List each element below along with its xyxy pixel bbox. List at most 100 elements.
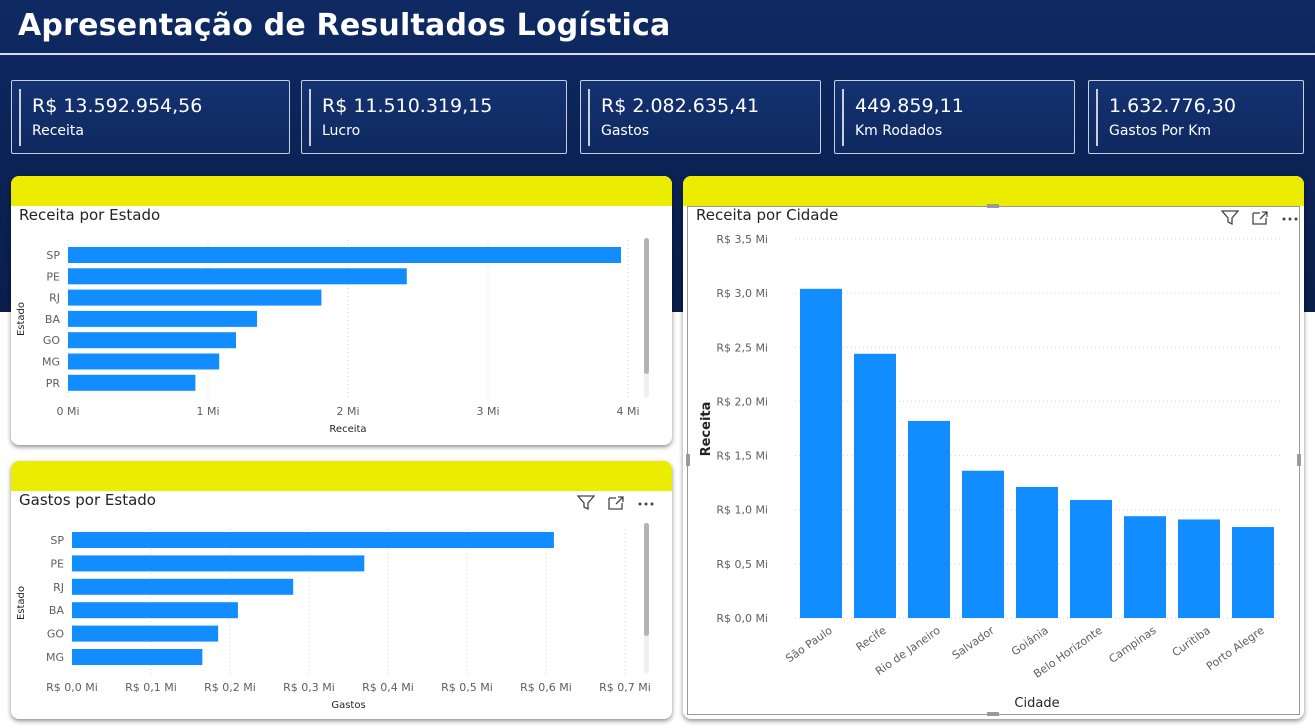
bar[interactable] bbox=[68, 374, 196, 391]
resize-handle-top[interactable] bbox=[987, 204, 999, 208]
kpi-card-gastos-por-km[interactable]: 1.632.776,30 Gastos Por Km bbox=[1088, 80, 1304, 154]
gastos-por-estado-chart: R$ 0,0 Mi R$ 0,1 Mi R$ 0,2 Mi R$ 0,3 Mi R$ 0… bbox=[16, 529, 651, 711]
x-axis-title: Cidade bbox=[1014, 696, 1059, 711]
kpi-card-receita[interactable]: R$ 13.592.954,56 Receita bbox=[11, 80, 290, 154]
page-title: Apresentação de Resultados Logística bbox=[18, 8, 671, 43]
y-tick-label: SP bbox=[46, 249, 60, 262]
receita-por-estado-chart: 0 Mi 1 Mi 2 Mi 3 Mi 4 Mi SP PE RJ BA GO MG PR Receit… bbox=[16, 240, 640, 435]
y-tick-label: R$ 3,0 Mi bbox=[716, 287, 768, 300]
kpi-value: 449.859,11 bbox=[855, 95, 964, 117]
receita-por-cidade-chart: R$ 0,0 Mi R$ 0,5 Mi R$ 1,0 Mi R$ 1,5 Mi R$ 2… bbox=[699, 233, 1283, 711]
bar[interactable] bbox=[1070, 499, 1112, 618]
kpi-accent-bar bbox=[842, 89, 844, 146]
bar[interactable] bbox=[962, 470, 1004, 618]
bar[interactable] bbox=[68, 332, 236, 349]
x-axis-title: Receita bbox=[329, 424, 366, 435]
x-tick-label: 0 Mi bbox=[56, 405, 79, 418]
resize-handle-bottom[interactable] bbox=[987, 712, 999, 716]
x-tick-label: R$ 0,6 Mi bbox=[520, 681, 572, 694]
bar[interactable] bbox=[1232, 527, 1274, 618]
y-tick-label: R$ 2,5 Mi bbox=[716, 341, 768, 354]
title-divider bbox=[0, 53, 1315, 55]
bar[interactable] bbox=[68, 247, 621, 263]
resize-handle-left[interactable] bbox=[686, 454, 690, 466]
x-tick-label: 2 Mi bbox=[336, 405, 359, 418]
x-tick-label: R$ 0,5 Mi bbox=[441, 681, 493, 694]
bar[interactable] bbox=[908, 420, 950, 618]
y-tick-label: R$ 1,5 Mi bbox=[716, 450, 768, 463]
x-tick-label: Curitiba bbox=[1170, 624, 1213, 660]
y-tick-label: GO bbox=[43, 334, 61, 347]
x-tick-label: R$ 0,0 Mi bbox=[46, 681, 98, 694]
x-tick-label: Goiânia bbox=[1009, 624, 1051, 659]
bar[interactable] bbox=[68, 353, 220, 370]
scrollbar-thumb[interactable] bbox=[644, 523, 649, 636]
chart-scrollbar[interactable] bbox=[644, 523, 649, 673]
kpi-card-gastos[interactable]: R$ 2.082.635,41 Gastos bbox=[580, 80, 821, 154]
y-tick-label: R$ 0,0 Mi bbox=[716, 612, 768, 625]
kpi-value: R$ 11.510.319,15 bbox=[322, 95, 493, 117]
y-tick-label: BA bbox=[49, 604, 65, 617]
kpi-label: Km Rodados bbox=[855, 123, 943, 139]
bar[interactable] bbox=[68, 310, 257, 327]
y-tick-label: PE bbox=[46, 270, 60, 283]
x-tick-label: 3 Mi bbox=[476, 405, 499, 418]
kpi-accent-bar bbox=[19, 89, 21, 146]
bar[interactable] bbox=[854, 353, 896, 618]
bar[interactable] bbox=[1016, 486, 1058, 618]
kpi-label: Lucro bbox=[322, 123, 361, 139]
x-tick-label: Campinas bbox=[1107, 624, 1159, 666]
bar[interactable] bbox=[72, 649, 203, 665]
kpi-value: R$ 2.082.635,41 bbox=[601, 95, 760, 117]
x-tick-label: Salvador bbox=[950, 624, 997, 663]
kpi-label: Receita bbox=[32, 123, 84, 139]
scrollbar-thumb[interactable] bbox=[644, 238, 649, 374]
bar[interactable] bbox=[1178, 519, 1220, 618]
y-tick-label: MG bbox=[42, 356, 60, 369]
kpi-value: R$ 13.592.954,56 bbox=[32, 95, 203, 117]
y-axis-title: Estado bbox=[16, 586, 27, 620]
receita-por-estado-card[interactable]: Receita por Estado 0 Mi 1 Mi 2 Mi 3 Mi 4 Mi S… bbox=[11, 176, 672, 445]
kpi-card-lucro[interactable]: R$ 11.510.319,15 Lucro bbox=[301, 80, 567, 154]
bar[interactable] bbox=[72, 602, 238, 619]
receita-por-cidade-card[interactable]: Receita por Cidade R$ 0,0 Mi R$ 0,5 Mi R$ … bbox=[683, 176, 1304, 719]
bar[interactable] bbox=[72, 532, 554, 548]
x-tick-label: R$ 0,3 Mi bbox=[283, 681, 335, 694]
y-axis-title: Estado bbox=[16, 302, 27, 336]
y-tick-label: RJ bbox=[49, 292, 60, 305]
kpi-accent-bar bbox=[588, 89, 590, 146]
resize-handle-right[interactable] bbox=[1297, 454, 1301, 466]
x-axis-title: Gastos bbox=[331, 700, 365, 711]
y-tick-label: PR bbox=[46, 377, 61, 390]
x-tick-label: R$ 0,7 Mi bbox=[599, 681, 651, 694]
kpi-card-km-rodados[interactable]: 449.859,11 Km Rodados bbox=[834, 80, 1075, 154]
kpi-accent-bar bbox=[1096, 89, 1098, 146]
y-axis-title: Receita bbox=[699, 402, 714, 457]
chart-scrollbar[interactable] bbox=[644, 238, 649, 398]
bar[interactable] bbox=[72, 555, 365, 572]
x-tick-label: R$ 0,2 Mi bbox=[204, 681, 256, 694]
x-tick-label: R$ 0,4 Mi bbox=[362, 681, 414, 694]
bar[interactable] bbox=[68, 268, 407, 285]
bar[interactable] bbox=[800, 288, 842, 618]
bar[interactable] bbox=[72, 625, 219, 642]
y-tick-label: PE bbox=[50, 557, 64, 570]
y-tick-label: R$ 0,5 Mi bbox=[716, 558, 768, 571]
gastos-por-estado-card[interactable]: Gastos por Estado R$ 0,0 Mi R$ 0,1 Mi R$ 0… bbox=[11, 461, 672, 719]
y-tick-label: R$ 1,0 Mi bbox=[716, 504, 768, 517]
y-tick-label: R$ 3,5 Mi bbox=[716, 233, 768, 246]
bar[interactable] bbox=[1124, 516, 1166, 618]
kpi-accent-bar bbox=[309, 89, 311, 146]
x-tick-label: 1 Mi bbox=[196, 405, 219, 418]
bar[interactable] bbox=[72, 578, 294, 595]
kpi-label: Gastos bbox=[601, 123, 650, 139]
kpi-label: Gastos Por Km bbox=[1109, 123, 1212, 139]
y-tick-label: SP bbox=[50, 534, 64, 547]
bar[interactable] bbox=[68, 289, 322, 306]
kpi-value: 1.632.776,30 bbox=[1109, 95, 1236, 117]
x-tick-label: Porto Alegre bbox=[1204, 624, 1267, 673]
y-tick-label: MG bbox=[46, 651, 64, 664]
x-tick-label: 4 Mi bbox=[616, 405, 639, 418]
x-tick-label: Recife bbox=[854, 624, 889, 654]
y-tick-label: BA bbox=[45, 313, 61, 326]
